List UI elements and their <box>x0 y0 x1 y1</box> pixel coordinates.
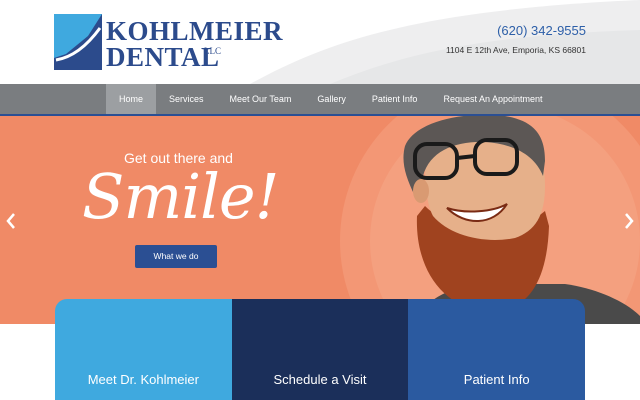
phone-number-link[interactable]: (620) 342-9555 <box>497 23 586 38</box>
nav-item-gallery[interactable]: Gallery <box>304 84 359 114</box>
feature-cards: Meet Dr. Kohlmeier Schedule a Visit Pati… <box>55 299 586 400</box>
chevron-left-icon[interactable] <box>4 212 18 230</box>
card-label: Patient Info <box>463 372 530 387</box>
hero-smiling-man-image <box>403 116 640 324</box>
site-header: KOHLMEIER DENTAL LLC (620) 342-9555 1104… <box>0 0 640 84</box>
nav-item-patient-info[interactable]: Patient Info <box>359 84 431 114</box>
hero-headline: Smile! <box>82 160 280 233</box>
nav-item-meet-our-team[interactable]: Meet Our Team <box>217 84 305 114</box>
what-we-do-button[interactable]: What we do <box>135 245 217 268</box>
nav-item-request-appointment[interactable]: Request An Appointment <box>430 84 555 114</box>
logo-suffix: LLC <box>204 46 221 56</box>
address-text: 1104 E 12th Ave, Emporia, KS 66801 <box>445 45 586 55</box>
site-logo[interactable]: KOHLMEIER DENTAL LLC <box>54 14 283 72</box>
hero-slider: Get out there and Smile! What we do <box>0 116 640 324</box>
nav-item-home[interactable]: Home <box>106 84 157 114</box>
nav-menu: Home Services Meet Our Team Gallery Pati… <box>106 84 556 114</box>
tooth-logo-icon <box>54 14 102 70</box>
chevron-right-icon[interactable] <box>622 212 636 230</box>
main-navigation: Home Services Meet Our Team Gallery Pati… <box>0 84 640 116</box>
card-patient-info[interactable]: Patient Info <box>408 299 586 400</box>
logo-text-line2: DENTAL <box>106 42 220 72</box>
card-label: Meet Dr. Kohlmeier <box>87 372 199 387</box>
card-schedule-visit[interactable]: Schedule a Visit <box>231 299 409 400</box>
card-label: Schedule a Visit <box>273 372 367 387</box>
card-meet-doctor[interactable]: Meet Dr. Kohlmeier <box>55 299 232 400</box>
nav-item-services[interactable]: Services <box>156 84 217 114</box>
